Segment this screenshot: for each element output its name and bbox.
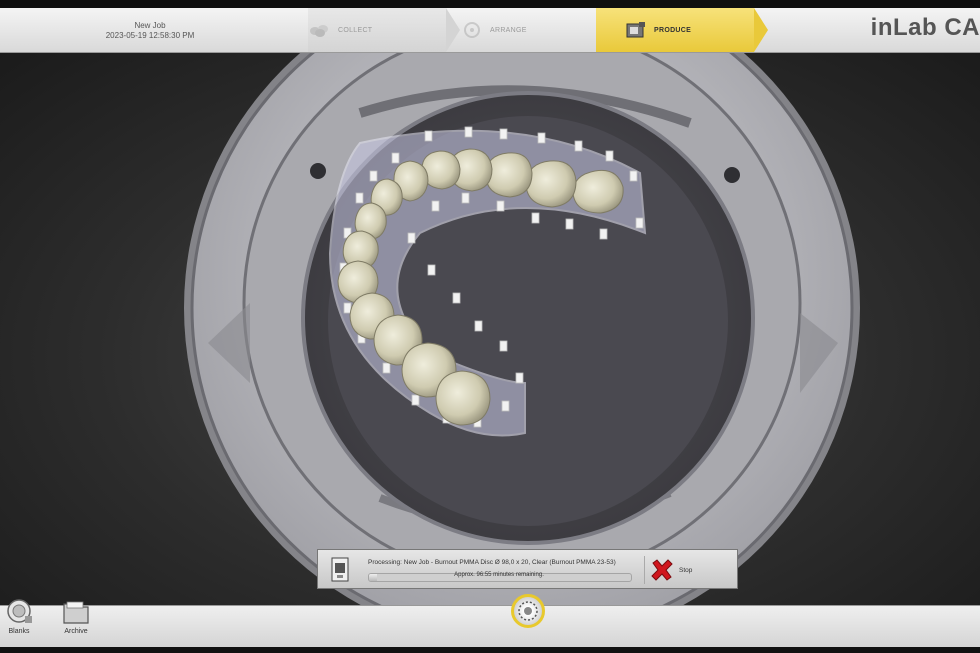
processing-dialog: Processing: New Job - Burnout PMMA Disc … [317, 549, 738, 589]
stop-label: Stop [679, 567, 693, 574]
stop-x-icon [651, 559, 673, 581]
collect-icon [310, 25, 328, 37]
produce-icon [626, 22, 645, 38]
inlab-cam-window: New Job 2023-05-19 12:58:30 PM COLLECT A… [0, 0, 980, 653]
step-produce-label: PRODUCE [654, 26, 692, 34]
step-divider [754, 8, 768, 52]
milling-status-button[interactable] [511, 594, 545, 628]
disc-holder-scene [184, 53, 860, 605]
archive-icon [63, 601, 89, 624]
job-datetime: 2023-05-19 12:58:30 PM [105, 31, 195, 40]
job-name: New Job [134, 21, 166, 30]
workflow-steps: COLLECT ARRANGE PRODUCE [300, 8, 768, 52]
step-arrange-label: ARRANGE [490, 26, 527, 34]
milling-status-icon [518, 601, 538, 621]
archive-button[interactable]: Archive [58, 598, 94, 635]
bottom-toolbar: Blanks Archive [0, 594, 980, 648]
job-info: New Job 2023-05-19 12:58:30 PM [0, 8, 300, 52]
blanks-icon [7, 599, 32, 623]
top-bar: New Job 2023-05-19 12:58:30 PM COLLECT A… [0, 8, 980, 53]
blanks-label: Blanks [8, 628, 30, 635]
step-collect-label: COLLECT [338, 26, 373, 34]
step-produce[interactable]: PRODUCE [596, 8, 754, 52]
processing-status-text: Processing: New Job - Burnout PMMA Disc … [368, 559, 616, 566]
milling-preview-viewport[interactable]: Processing: New Job - Burnout PMMA Disc … [0, 53, 980, 605]
step-divider [446, 8, 460, 52]
stop-button[interactable]: Stop [644, 556, 735, 584]
brand-logo: inLab CA [870, 14, 980, 41]
archive-label: Archive [64, 628, 88, 635]
time-remaining-text: Approx. 96:55 minutes remaining. [454, 572, 544, 578]
screen-bezel-bottom [0, 647, 980, 653]
step-arrange[interactable]: ARRANGE [460, 8, 595, 52]
arrange-icon [464, 22, 480, 38]
milling-machine-icon [331, 557, 349, 582]
blanks-button[interactable]: Blanks [1, 598, 37, 635]
step-collect[interactable]: COLLECT [308, 8, 446, 52]
